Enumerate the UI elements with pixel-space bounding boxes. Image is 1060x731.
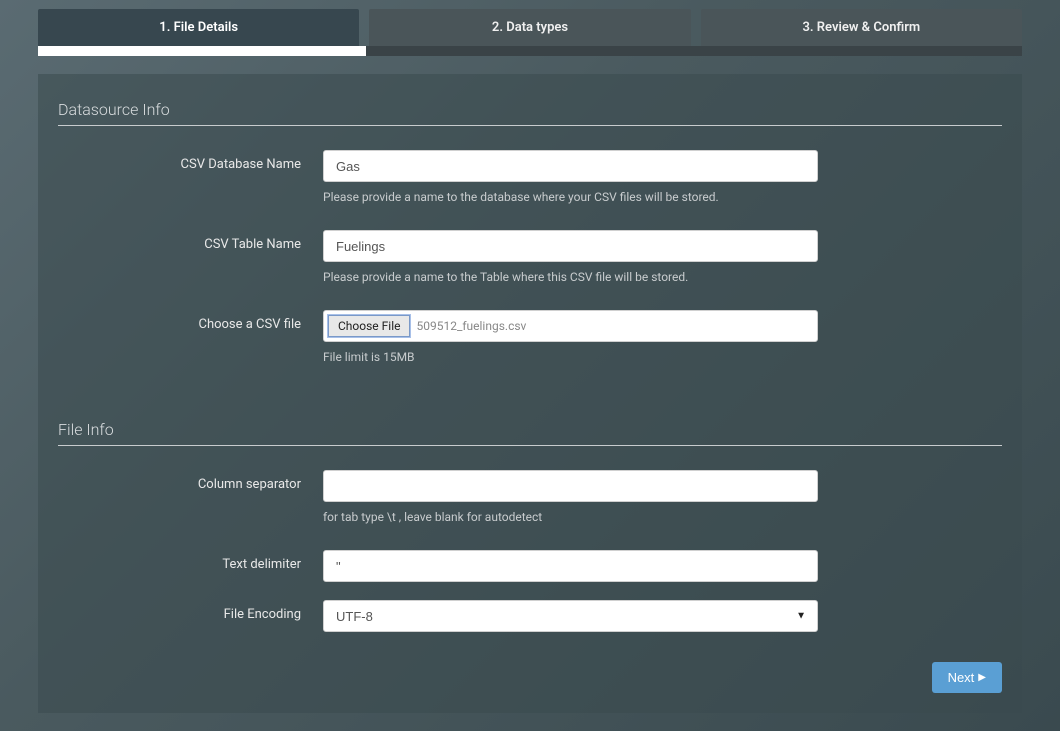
input-text-delim[interactable] — [323, 550, 818, 582]
input-col-sep[interactable] — [323, 470, 818, 502]
select-file-enc[interactable]: UTF-8 — [323, 600, 818, 632]
tab-data-types[interactable]: 2. Data types — [369, 9, 690, 46]
input-db-name[interactable] — [323, 150, 818, 182]
row-db-name: CSV Database Name — [58, 150, 1002, 182]
section-title-fileinfo: File Info — [58, 420, 1002, 439]
file-input-container: Choose File 509512_fuelings.csv — [323, 310, 818, 342]
progress-bar — [38, 46, 1022, 56]
tab-file-details[interactable]: 1. File Details — [38, 9, 359, 46]
input-table-name[interactable] — [323, 230, 818, 262]
chosen-file-name: 509512_fuelings.csv — [416, 319, 526, 333]
wizard-tabs: 1. File Details 2. Data types 3. Review … — [0, 0, 1060, 46]
section-divider-2 — [58, 445, 1002, 446]
row-choose-file: Choose a CSV file Choose File 509512_fue… — [58, 310, 1002, 342]
label-col-sep: Column separator — [58, 470, 323, 492]
caret-right-icon: ▶ — [978, 672, 986, 683]
section-divider — [58, 125, 1002, 126]
row-text-delim: Text delimiter — [58, 550, 1002, 582]
label-file-enc: File Encoding — [58, 600, 323, 622]
choose-file-button[interactable]: Choose File — [328, 315, 410, 337]
next-button-label: Next — [948, 670, 975, 685]
form-panel: Datasource Info CSV Database Name Please… — [38, 74, 1022, 713]
help-col-sep: for tab type \t , leave blank for autode… — [323, 510, 542, 524]
next-button[interactable]: Next ▶ — [932, 662, 1002, 693]
label-table-name: CSV Table Name — [58, 230, 323, 252]
label-db-name: CSV Database Name — [58, 150, 323, 172]
section-title-datasource: Datasource Info — [58, 100, 1002, 119]
row-file-enc: File Encoding UTF-8 ▼ — [58, 600, 1002, 632]
help-db-name: Please provide a name to the database wh… — [323, 190, 719, 204]
help-table-name: Please provide a name to the Table where… — [323, 270, 688, 284]
form-footer: Next ▶ — [58, 662, 1002, 693]
label-text-delim: Text delimiter — [58, 550, 323, 572]
row-col-sep: Column separator — [58, 470, 1002, 502]
progress-fill — [38, 46, 366, 56]
row-table-name: CSV Table Name — [58, 230, 1002, 262]
tab-review-confirm[interactable]: 3. Review & Confirm — [701, 9, 1022, 46]
label-choose-file: Choose a CSV file — [58, 310, 323, 332]
help-choose-file: File limit is 15MB — [323, 350, 415, 364]
